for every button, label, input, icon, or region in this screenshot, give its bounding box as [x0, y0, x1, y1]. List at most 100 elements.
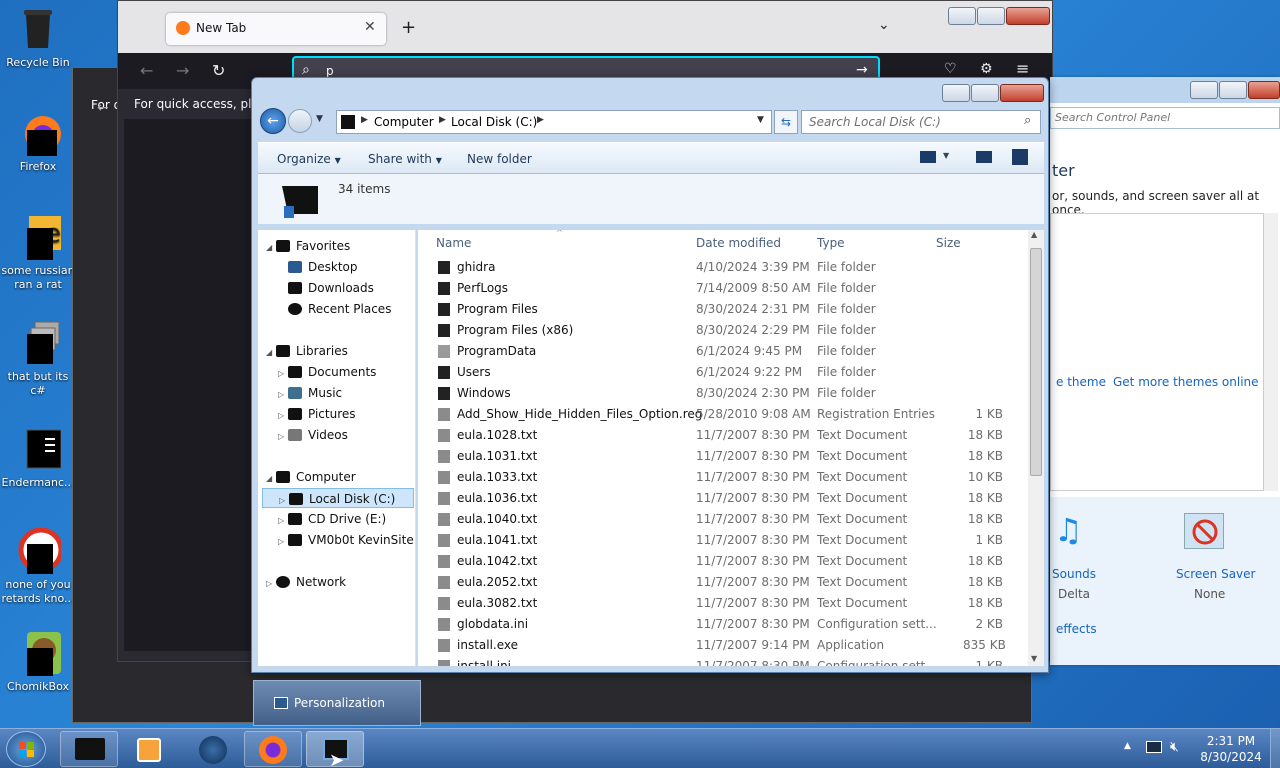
forward-icon[interactable]: →	[176, 61, 189, 80]
breadcrumb-separator-icon[interactable]: ▶	[439, 115, 446, 125]
screen-saver-icon[interactable]	[1184, 513, 1224, 549]
menu-icon[interactable]: ≡	[1016, 59, 1029, 78]
expand-arrow-icon[interactable]: ▷	[278, 364, 288, 384]
column-header-type[interactable]: Type	[817, 236, 845, 250]
taskbar-thumbnail-personalization[interactable]: Personalization	[253, 680, 421, 726]
volume-tray-icon[interactable]: 🔇︎	[1170, 739, 1179, 755]
table-row[interactable]: eula.1041.txt 11/7/2007 8:30 PM Text Docum…	[428, 530, 1026, 551]
table-row[interactable]: install.ini 11/7/2007 8:30 PM Configuratio…	[428, 656, 1026, 666]
nav-cd-drive[interactable]: ▷ CD Drive (E:)	[278, 509, 386, 529]
pocket-icon[interactable]: ♡	[944, 61, 957, 77]
breadcrumb-local-disk[interactable]: Local Disk (C:)	[451, 115, 537, 129]
expand-arrow-icon[interactable]: ▷	[278, 406, 288, 426]
minimize-icon[interactable]	[1190, 81, 1218, 99]
help-icon[interactable]	[1012, 149, 1028, 165]
show-hidden-icons-icon[interactable]: ▲	[1124, 741, 1131, 751]
nav-network[interactable]: ▷ Network	[266, 572, 346, 592]
table-row[interactable]: eula.2052.txt 11/7/2007 8:30 PM Text Docum…	[428, 572, 1026, 593]
tab-new-tab[interactable]: New Tab ✕	[166, 13, 386, 45]
system-clock[interactable]: 2:31 PM 8/30/2024	[1196, 733, 1266, 765]
table-row[interactable]: eula.1028.txt 11/7/2007 8:30 PM Text Docum…	[428, 425, 1026, 446]
desktop-icon-russian-rat[interactable]: e some russian ran a rat	[0, 214, 76, 292]
theme-scrollbar[interactable]	[1264, 213, 1278, 491]
new-folder-button[interactable]: New folder	[467, 152, 532, 166]
nav-computer[interactable]: ◢ Computer	[266, 467, 356, 487]
taskbar-control-panel[interactable]: ➤	[306, 731, 364, 768]
nav-vm-share[interactable]: ▷ VM0b0t KevinSite	[278, 530, 414, 550]
search-input[interactable]: Search Local Disk (C:)	[801, 110, 1041, 134]
url-input[interactable]: p	[326, 64, 334, 78]
maximize-icon[interactable]	[977, 7, 1005, 25]
show-desktop-button[interactable]	[1270, 729, 1280, 768]
taskbar-explorer[interactable]	[60, 731, 118, 767]
desktop-icon-recycle-bin[interactable]: Recycle Bin	[0, 6, 76, 70]
table-row[interactable]: ProgramData 6/1/2024 9:45 PM File folder	[428, 341, 1026, 362]
nav-pictures[interactable]: ▷ Pictures	[278, 404, 356, 424]
maximize-icon[interactable]	[1219, 81, 1247, 99]
sounds-link[interactable]: Sounds	[1052, 567, 1096, 581]
table-row[interactable]: Windows 8/30/2024 2:30 PM File folder	[428, 383, 1026, 404]
address-history-chevron-icon[interactable]: ▼	[757, 115, 764, 125]
back-icon[interactable]: ←	[260, 108, 286, 134]
desktop-icon-firefox[interactable]: Firefox	[0, 110, 76, 174]
taskbar-ie[interactable]	[184, 731, 242, 767]
breadcrumb-separator-icon[interactable]: ▶	[361, 115, 368, 125]
table-row[interactable]: eula.1042.txt 11/7/2007 8:30 PM Text Docum…	[428, 551, 1026, 572]
share-with-button[interactable]: Share with ▼	[368, 152, 442, 166]
desktop-icon-that-but-its[interactable]: that but its c#	[0, 320, 76, 398]
collapse-arrow-icon[interactable]: ◢	[266, 343, 276, 363]
nav-downloads[interactable]: Downloads	[288, 278, 374, 298]
forward-icon[interactable]	[288, 109, 312, 133]
column-header-name[interactable]: Name	[436, 236, 471, 250]
desktop-icon-endermanch[interactable]: Endermanc...	[0, 426, 76, 490]
nav-videos[interactable]: ▷ Videos	[278, 425, 348, 445]
table-row[interactable]: eula.1033.txt 11/7/2007 8:30 PM Text Docum…	[428, 467, 1026, 488]
table-row[interactable]: install.exe 11/7/2007 9:14 PM Application 8…	[428, 635, 1026, 656]
nav-music[interactable]: ▷ Music	[278, 383, 342, 403]
maximize-icon[interactable]	[971, 84, 999, 102]
new-tab-icon[interactable]: +	[401, 17, 416, 38]
nav-desktop[interactable]: Desktop	[288, 257, 358, 277]
scroll-down-icon[interactable]: ▼	[1031, 654, 1037, 663]
organize-button[interactable]: Organize ▼	[277, 152, 341, 166]
recent-pages-chevron-icon[interactable]: ▼	[316, 114, 323, 124]
column-header-date[interactable]: Date modified	[696, 236, 781, 250]
more-themes-link[interactable]: Get more themes online	[1113, 375, 1259, 389]
close-icon[interactable]	[1248, 81, 1280, 99]
table-row[interactable]: eula.1031.txt 11/7/2007 8:30 PM Text Docum…	[428, 446, 1026, 467]
desktop-icon-none-of-you[interactable]: none of you retards kno...	[0, 527, 76, 606]
start-button[interactable]	[6, 731, 46, 767]
extensions-icon[interactable]: ⚙	[980, 61, 993, 77]
nav-libraries[interactable]: ◢ Libraries	[266, 341, 348, 361]
nav-documents[interactable]: ▷ Documents	[278, 362, 376, 382]
nav-local-disk[interactable]: ▷ Local Disk (C:)	[262, 488, 414, 508]
taskbar-media-player[interactable]	[120, 731, 178, 767]
network-tray-icon[interactable]	[1146, 741, 1162, 753]
breadcrumb-computer[interactable]: Computer	[374, 115, 434, 129]
nav-favorites[interactable]: ◢ Favorites	[266, 236, 350, 256]
file-list-scrollbar[interactable]: ▲ ▼	[1028, 230, 1044, 666]
expand-arrow-icon[interactable]: ▷	[278, 511, 288, 531]
table-row[interactable]: eula.3082.txt 11/7/2007 8:30 PM Text Docum…	[428, 593, 1026, 614]
address-bar[interactable]: ▶ Computer ▶ Local Disk (C:) ▶ ▼	[336, 110, 772, 134]
go-arrow-icon[interactable]: →	[856, 62, 868, 78]
close-icon[interactable]	[1000, 84, 1044, 102]
breadcrumb-separator-icon[interactable]: ▶	[537, 115, 544, 125]
preview-pane-icon[interactable]	[976, 151, 992, 163]
desktop-icon-chomikbox[interactable]: ChomikBox	[0, 630, 76, 694]
change-view-icon[interactable]	[920, 151, 936, 163]
scroll-up-icon[interactable]: ▲	[1031, 230, 1037, 239]
table-row[interactable]: Program Files (x86) 8/30/2024 2:29 PM File…	[428, 320, 1026, 341]
collapse-arrow-icon[interactable]: ◢	[266, 469, 276, 489]
tab-list-chevron-icon[interactable]: ⌄	[878, 17, 890, 33]
screen-saver-link[interactable]: Screen Saver	[1176, 567, 1255, 581]
control-panel-search[interactable]: Search Control Panel	[1050, 107, 1280, 129]
sounds-icon[interactable]: ♫	[1054, 511, 1083, 549]
reload-icon[interactable]: ↻	[212, 61, 225, 80]
view-chevron-icon[interactable]: ▼	[943, 151, 949, 160]
expand-arrow-icon[interactable]: ▷	[278, 385, 288, 405]
refresh-icon[interactable]: ⇆	[774, 110, 798, 134]
column-header-size[interactable]: Size	[936, 236, 961, 250]
minimize-icon[interactable]	[942, 84, 970, 102]
table-row[interactable]: PerfLogs 7/14/2009 8:50 AM File folder	[428, 278, 1026, 299]
